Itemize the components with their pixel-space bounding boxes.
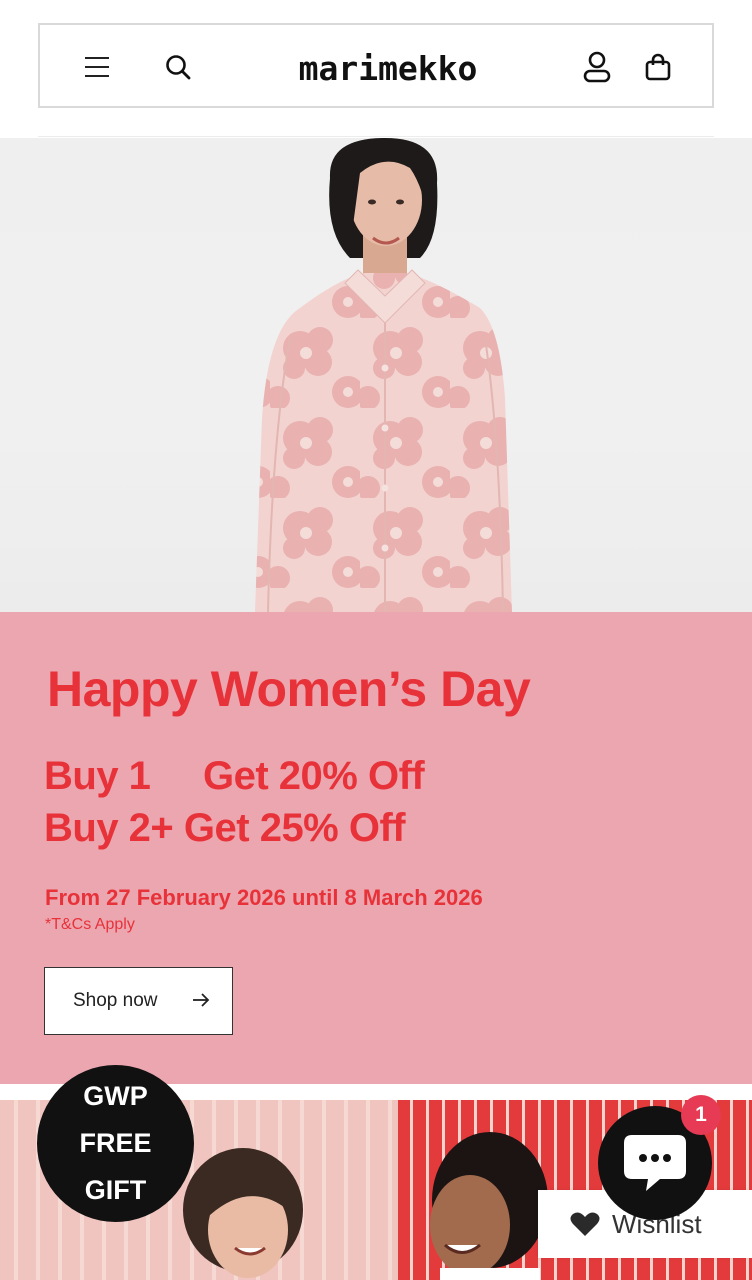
- gwp-line-1: GWP: [83, 1081, 148, 1111]
- header-divider: [38, 136, 714, 137]
- menu-button[interactable]: [75, 45, 119, 89]
- offer-buy-one-deal: Get 20% Off: [203, 754, 425, 798]
- promo-dates: From 27 February 2026 until 8 March 2026: [45, 885, 483, 910]
- menu-icon: [85, 57, 109, 77]
- gwp-line-3: GIFT: [84, 1175, 147, 1205]
- cart-icon: [645, 53, 671, 81]
- offer-buy-one: Buy 1: [44, 754, 151, 798]
- site-header: marimekko: [38, 23, 714, 108]
- account-button[interactable]: [575, 45, 619, 89]
- search-button[interactable]: [156, 45, 200, 89]
- chat-notification-badge: 1: [681, 1095, 721, 1135]
- brand-logo[interactable]: marimekko: [240, 45, 536, 91]
- account-icon: [583, 51, 611, 83]
- terms-link[interactable]: *T&Cs Apply: [45, 916, 135, 934]
- hero-image[interactable]: [0, 138, 752, 612]
- chat-bubble-icon: [624, 1135, 686, 1191]
- shop-now-label: Shop now: [73, 990, 158, 1011]
- gwp-line-2: FREE: [79, 1128, 152, 1158]
- heart-icon: [570, 1212, 600, 1236]
- shop-now-button[interactable]: Shop now: [44, 967, 233, 1035]
- cart-button[interactable]: [636, 45, 680, 89]
- arrow-right-icon: [193, 993, 210, 1007]
- search-icon: [166, 55, 191, 80]
- free-gift-badge[interactable]: GWP FREE GIFT: [37, 1065, 194, 1222]
- model-illustration: [255, 138, 512, 612]
- promo-title: Happy Women’s Day: [47, 661, 531, 717]
- offer-buy-two: Buy 2+ Get 25% Off: [44, 806, 406, 850]
